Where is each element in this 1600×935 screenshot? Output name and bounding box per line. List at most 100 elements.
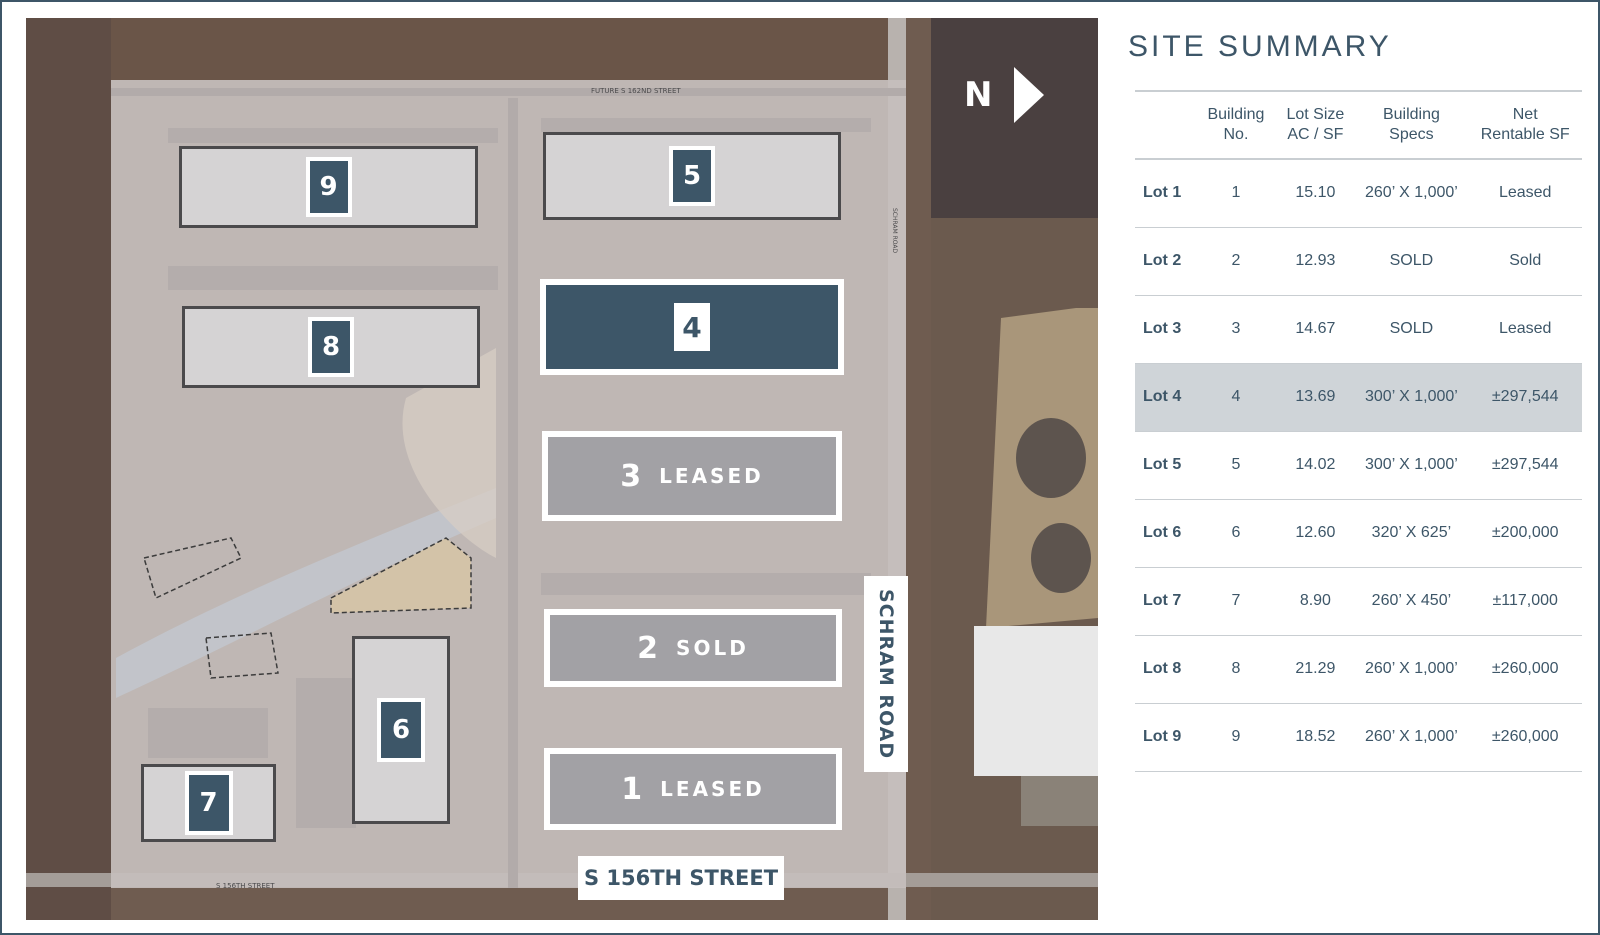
building-4-number: 4 (674, 303, 710, 351)
parking-row-9 (168, 128, 498, 143)
cell-specs: 320’ X 625’ (1371, 524, 1452, 541)
table-row[interactable]: Lot 3 3 14.67 SOLD Leased (1135, 295, 1582, 363)
s-156th-small-label: S 156TH STREET (216, 882, 275, 890)
parking-row-2 (541, 573, 871, 595)
building-2-status: SOLD (676, 636, 749, 660)
north-compass: N (964, 64, 1074, 126)
table-row[interactable]: Lot 7 7 8.90 260’ X 450’ ±117,000 (1135, 567, 1582, 635)
cell-size: 14.67 (1295, 320, 1336, 337)
s-156th-street-label: S 156TH STREET (578, 856, 784, 900)
north-arrow-icon (1014, 67, 1045, 123)
neighbor-warehouse (974, 626, 1098, 776)
cell-size: 12.60 (1295, 524, 1336, 541)
parking-row-7 (148, 708, 268, 758)
building-7[interactable]: 7 (141, 764, 276, 842)
cell-net: Leased (1498, 320, 1552, 337)
cell-lot: Lot 6 (1143, 524, 1182, 541)
cell-net: ±260,000 (1491, 660, 1559, 677)
cell-specs: 260’ X 1,000’ (1365, 184, 1458, 202)
cell-building: 6 (1231, 524, 1241, 541)
cell-lot: Lot 2 (1143, 252, 1182, 269)
building-4[interactable]: 4 (540, 279, 844, 375)
cell-net: Sold (1509, 252, 1542, 269)
table-row[interactable]: Lot 1 1 15.10 260’ X 1,000’ Leased (1135, 159, 1582, 227)
cell-size: 14.02 (1295, 456, 1336, 473)
header-building-no: Building No. (1207, 106, 1265, 143)
cell-specs: 300’ X 1,000’ (1365, 388, 1458, 405)
table-row[interactable]: Lot 9 9 18.52 260’ X 1,000’ ±260,000 (1135, 703, 1582, 771)
cell-size: 18.52 (1295, 728, 1336, 745)
cell-size: 21.29 (1295, 660, 1336, 677)
cell-lot: Lot 3 (1143, 320, 1182, 337)
building-8-number: 8 (308, 317, 354, 377)
cell-lot: Lot 8 (1143, 660, 1182, 677)
cell-lot: Lot 7 (1143, 592, 1182, 609)
future-162nd-road (111, 88, 906, 96)
building-6-number: 6 (377, 698, 425, 762)
parking-row-5 (541, 118, 871, 132)
cell-building: 2 (1231, 252, 1241, 269)
building-9[interactable]: 9 (179, 146, 478, 228)
pond-1 (1016, 418, 1086, 498)
building-3[interactable]: 3 LEASED (542, 431, 842, 521)
cell-lot: Lot 5 (1143, 456, 1182, 473)
future-162nd-label: FUTURE S 162ND STREET (591, 87, 681, 95)
sunburst-drive (508, 98, 518, 888)
header-building-specs: Building Specs (1382, 106, 1440, 143)
table-header-row: Building No. Lot Size AC / SF Building Spec… (1135, 91, 1582, 159)
cell-size: 8.90 (1299, 592, 1331, 609)
building-5[interactable]: 5 (543, 132, 841, 220)
west-field (26, 18, 111, 920)
building-1-status: LEASED (660, 777, 765, 801)
neighbor-yard (1021, 776, 1098, 826)
site-plan-frame: FUTURE S 162ND STREET S 156TH STREET SCH… (0, 0, 1600, 935)
building-5-number: 5 (669, 146, 715, 206)
cell-size: 12.93 (1295, 252, 1336, 269)
cell-net: Leased (1498, 184, 1552, 202)
cell-specs: 260’ X 1,000’ (1365, 728, 1458, 745)
table-row[interactable]: Lot 6 6 12.60 320’ X 625’ ±200,000 (1135, 499, 1582, 567)
compass-letter: N (964, 75, 993, 115)
building-6[interactable]: 6 (352, 636, 450, 824)
cell-building: 5 (1231, 456, 1241, 473)
building-1-number: 1 (621, 771, 643, 807)
schram-road-label: SCHRAM ROAD (864, 576, 908, 772)
site-summary-panel: SITE SUMMARY Building No. Lot Size AC / SF… (1114, 18, 1586, 771)
cell-specs: SOLD (1389, 252, 1434, 269)
cell-net: ±117,000 (1492, 592, 1558, 609)
cell-specs: SOLD (1389, 320, 1434, 337)
header-net-rentable: Net Rentable SF (1480, 106, 1570, 143)
north-field (26, 18, 896, 80)
site-summary-title: SITE SUMMARY (1128, 30, 1392, 63)
cell-building: 8 (1231, 660, 1241, 677)
cell-specs: 300’ X 1,000’ (1365, 456, 1458, 473)
building-9-number: 9 (305, 157, 352, 217)
building-2[interactable]: 2 SOLD (544, 609, 842, 687)
building-1[interactable]: 1 LEASED (544, 748, 842, 830)
schram-small-label: SCHRAM ROAD (891, 208, 898, 254)
site-plan-map[interactable]: FUTURE S 162ND STREET S 156TH STREET SCH… (26, 18, 1098, 920)
header-lot (1135, 91, 1196, 159)
table-row[interactable]: Lot 8 8 21.29 260’ X 1,000’ ±260,000 (1135, 635, 1582, 703)
table-row[interactable]: Lot 5 5 14.02 300’ X 1,000’ ±297,544 (1135, 431, 1582, 499)
building-2-number: 2 (637, 630, 659, 666)
table-row[interactable]: Lot 2 2 12.93 SOLD Sold (1135, 227, 1582, 295)
header-lot-size: Lot Size AC / SF (1286, 106, 1345, 143)
building-3-status: LEASED (659, 464, 764, 488)
building-3-number: 3 (620, 458, 642, 494)
cell-building: 9 (1231, 728, 1241, 745)
cell-lot: Lot 4 (1143, 388, 1182, 405)
cell-building: 4 (1231, 388, 1241, 405)
cell-size: 13.69 (1295, 388, 1336, 405)
cell-lot: Lot 9 (1143, 728, 1182, 745)
building-8[interactable]: 8 (182, 306, 480, 388)
cell-size: 15.10 (1295, 184, 1336, 202)
cell-building: 3 (1231, 320, 1241, 337)
cell-building: 7 (1231, 592, 1241, 609)
cell-building: 1 (1231, 184, 1241, 202)
cell-net: ±297,544 (1491, 456, 1559, 473)
cell-net: ±200,000 (1491, 524, 1559, 541)
cell-net: ±297,544 (1491, 388, 1559, 405)
table-row-highlighted[interactable]: Lot 4 4 13.69 300’ X 1,000’ ±297,544 (1135, 363, 1582, 431)
parking-row-89 (168, 266, 498, 290)
